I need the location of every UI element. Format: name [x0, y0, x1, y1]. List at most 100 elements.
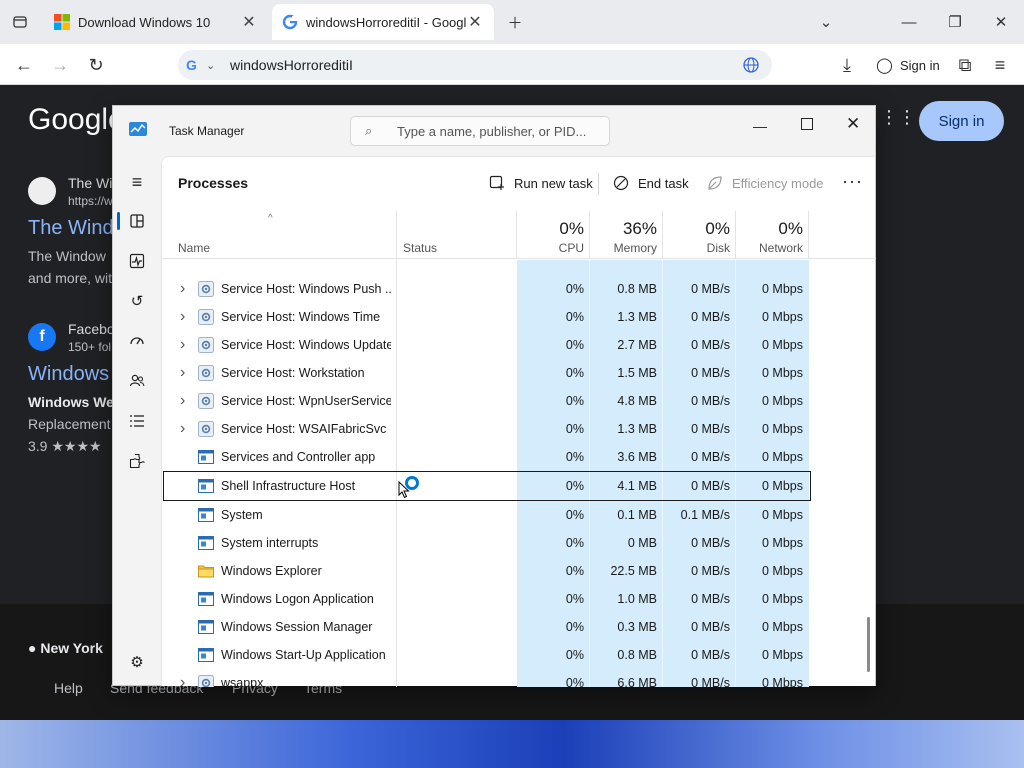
google-sign-in-button[interactable]: Sign in: [919, 101, 1004, 141]
busy-spinner-icon: [404, 475, 420, 491]
browser-tab-bar: Download Windows 10 ✕ windowsHorrorediti…: [0, 0, 1024, 44]
expand-chevron-icon[interactable]: ›: [180, 331, 192, 359]
startup-apps-icon[interactable]: [125, 329, 149, 353]
extensions-icon[interactable]: ⧉: [953, 53, 977, 77]
footer-link[interactable]: Help: [54, 680, 83, 696]
translate-icon[interactable]: [742, 56, 760, 74]
google-g-icon: [282, 14, 298, 30]
service-host-icon: [198, 337, 214, 353]
result-title[interactable]: Windows: [28, 363, 109, 386]
network-value: 0 Mbps: [762, 648, 803, 662]
process-name: Service Host: WSAIFabricSvc: [221, 422, 387, 436]
process-row[interactable]: Windows Explorer 0% 22.5 MB 0 MB/s 0 Mbps: [162, 557, 862, 585]
address-text[interactable]: windowsHorroreditiI: [230, 57, 353, 73]
close-tab-icon[interactable]: ✕: [466, 12, 484, 32]
download-icon[interactable]: ⤓: [835, 53, 859, 77]
processes-icon[interactable]: [125, 209, 149, 233]
cpu-value: 0%: [565, 508, 584, 522]
details-icon[interactable]: [125, 409, 149, 433]
minimize-icon[interactable]: —: [753, 118, 767, 134]
processes-page: Processes Run new task End task Efficien…: [161, 156, 876, 687]
restore-icon[interactable]: ❐: [943, 10, 967, 34]
expand-chevron-icon[interactable]: ›: [180, 415, 192, 443]
reload-icon[interactable]: ↻: [84, 53, 108, 77]
search-engine-icon[interactable]: G: [186, 57, 202, 73]
back-icon[interactable]: ←: [12, 53, 36, 77]
close-window-icon[interactable]: ✕: [989, 10, 1013, 34]
vertical-scrollbar[interactable]: [867, 617, 870, 672]
close-icon[interactable]: ✕: [846, 114, 860, 134]
windows-logo-icon: [54, 14, 70, 30]
minimize-icon[interactable]: —: [897, 10, 921, 34]
task-manager-titlebar[interactable]: Task Manager ⌕ Type a name, publisher, o…: [113, 106, 875, 156]
process-row[interactable]: System 0% 0.1 MB 0.1 MB/s 0 Mbps: [162, 501, 862, 529]
app-window-icon: [198, 647, 214, 663]
process-row[interactable]: System interrupts 0% 0 MB 0 MB/s 0 Mbps: [162, 529, 862, 557]
process-row[interactable]: › Service Host: Windows Push ... 0% 0.8 MB 0…: [162, 275, 862, 303]
chevron-down-icon[interactable]: ⌄: [814, 10, 838, 34]
folder-icon: [198, 563, 214, 579]
users-icon[interactable]: [125, 369, 149, 393]
services-icon[interactable]: [125, 449, 149, 473]
forward-icon[interactable]: →: [48, 53, 72, 77]
expand-chevron-icon[interactable]: ›: [180, 669, 192, 687]
network-value: 0 Mbps: [762, 620, 803, 634]
result-rating: 3.9 ★★★★: [28, 438, 102, 454]
process-name: Services and Controller app: [221, 450, 376, 464]
apps-icon[interactable]: ⋮⋮: [880, 107, 916, 128]
process-row[interactable]: Windows Start-Up Application 0% 0.8 MB 0 MB…: [162, 641, 862, 669]
process-row[interactable]: › Service Host: Workstation 0% 1.5 MB 0 MB/s…: [162, 359, 862, 387]
process-row[interactable]: Windows Logon Application 0% 1.0 MB 0 MB/s 0…: [162, 585, 862, 613]
new-tab-icon[interactable]: ＋: [503, 10, 527, 34]
search-input[interactable]: ⌕ Type a name, publisher, or PID...: [350, 116, 610, 146]
tab-actions-icon[interactable]: [8, 10, 32, 34]
expand-chevron-icon[interactable]: ›: [180, 359, 192, 387]
tab-title: windowsHorroreditiI - Google Se: [306, 14, 466, 30]
performance-icon[interactable]: [125, 249, 149, 273]
service-host-icon: [198, 675, 214, 687]
process-list: › Service Host: Windows Push ... 0% 0.8 MB 0…: [162, 157, 862, 687]
selected-indicator: [117, 212, 120, 230]
address-bar[interactable]: G ⌄ windowsHorroreditiI: [178, 50, 772, 80]
process-row[interactable]: › Service Host: WSAIFabricSvc 0% 1.3 MB 0 MB…: [162, 415, 862, 443]
process-row[interactable]: Windows Session Manager 0% 0.3 MB 0 MB/s 0 M…: [162, 613, 862, 641]
tab-google-search[interactable]: windowsHorroreditiI - Google Se ✕: [272, 4, 494, 40]
expand-chevron-icon[interactable]: ›: [180, 275, 192, 303]
tab-download-windows[interactable]: Download Windows 10 ✕: [44, 4, 268, 40]
process-row[interactable]: Services and Controller app 0% 3.6 MB 0 MB/…: [162, 443, 862, 471]
hamburger-menu-icon[interactable]: ≡: [125, 170, 149, 194]
process-name: Windows Start-Up Application: [221, 648, 386, 662]
tab-title: Download Windows 10: [78, 14, 211, 30]
process-row[interactable]: › Service Host: WpnUserService... 0% 4.8 MB…: [162, 387, 862, 415]
expand-chevron-icon[interactable]: ›: [180, 303, 192, 331]
menu-icon[interactable]: ≡: [988, 53, 1012, 77]
google-logo[interactable]: Google: [28, 103, 125, 137]
result-title[interactable]: The Wind: [28, 217, 114, 240]
process-row[interactable]: Shell Infrastructure Host 0% 4.1 MB 0 MB/s 0…: [162, 472, 862, 500]
expand-chevron-icon[interactable]: ›: [180, 387, 192, 415]
settings-gear-icon[interactable]: ⚙: [125, 650, 149, 674]
browser-sign-in-button[interactable]: ◯ Sign in: [870, 50, 944, 80]
process-row[interactable]: › Service Host: Windows Time 0% 1.3 MB 0 MB/…: [162, 303, 862, 331]
process-row[interactable]: › Service Host: Windows Update 0% 2.7 MB 0 M…: [162, 331, 862, 359]
process-name: Service Host: WpnUserService...: [221, 394, 391, 408]
network-value: 0 Mbps: [762, 564, 803, 578]
facebook-icon: f: [28, 323, 56, 351]
process-name: Windows Explorer: [221, 564, 322, 578]
cpu-value: 0%: [565, 479, 584, 493]
memory-value: 4.1 MB: [617, 479, 657, 493]
maximize-icon[interactable]: [801, 118, 813, 130]
network-value: 0 Mbps: [762, 310, 803, 324]
app-window-icon: [198, 478, 214, 494]
disk-value: 0 MB/s: [691, 366, 730, 380]
result-subtitle: 150+ fol: [68, 340, 112, 354]
process-row[interactable]: › wsappx 0% 6.6 MB 0 MB/s 0 Mbps: [162, 669, 862, 687]
cpu-value: 0%: [565, 564, 584, 578]
app-history-icon[interactable]: ↺: [125, 289, 149, 313]
disk-value: 0 MB/s: [691, 338, 730, 352]
task-manager-window: Task Manager ⌕ Type a name, publisher, o…: [112, 105, 876, 687]
chevron-down-icon[interactable]: ⌄: [206, 59, 220, 72]
task-manager-app-icon: [129, 122, 147, 136]
close-tab-icon[interactable]: ✕: [240, 12, 258, 32]
disk-value: 0 MB/s: [691, 310, 730, 324]
